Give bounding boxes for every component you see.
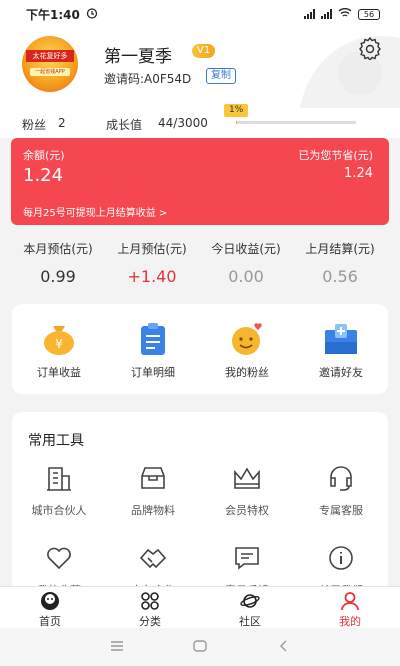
tool-brand-materials[interactable]: 品牌物料 [106, 464, 200, 518]
headset-icon [330, 466, 352, 491]
copy-button[interactable]: 复制 [206, 68, 236, 84]
earning-label: 本月预估(元) [23, 242, 93, 256]
growth-label: 成长值 [106, 118, 143, 132]
earning-value: 0.56 [322, 267, 358, 286]
balance-label: 余额(元) [23, 149, 65, 162]
tool-customer-service[interactable]: 专属客服 [294, 464, 388, 518]
battery-icon: 56 [358, 8, 380, 20]
earning-label: 上月结算(元) [305, 242, 375, 256]
menu-icon[interactable] [110, 640, 124, 652]
avatar[interactable]: 太花复好多 一起省钱APP [22, 36, 78, 92]
system-nav-bar [0, 628, 400, 666]
action-order-details[interactable]: 订单明细 [106, 322, 200, 380]
tab-label: 我的 [339, 615, 361, 628]
tool-member-privileges[interactable]: 会员特权 [200, 464, 294, 518]
level-badge: V1 [192, 44, 216, 58]
building-icon [47, 467, 71, 491]
cell-signal-2-icon [321, 9, 332, 19]
earning-settled[interactable]: 上月结算(元) 0.56 [290, 240, 390, 286]
balance-value: 1.24 [23, 165, 64, 186]
smiley-heart-icon [232, 323, 262, 355]
action-my-fans[interactable]: 我的粉丝 [200, 322, 294, 380]
saved-value: 1.24 [344, 166, 373, 181]
avatar-sub-text: 一起省钱APP [30, 68, 70, 76]
earning-label: 今日收益(元) [211, 242, 281, 256]
handshake-icon [139, 548, 167, 569]
bottom-tab-bar: 首页 分类 社区 我的 [0, 586, 400, 628]
decorative-swirl-icon [300, 36, 400, 108]
feedback-icon [235, 547, 259, 570]
clipboard-icon [141, 323, 165, 355]
user-icon [341, 592, 359, 611]
tab-label: 社区 [239, 615, 261, 628]
wifi-icon [338, 7, 352, 21]
earning-label: 上月预估(元) [117, 242, 187, 256]
planet-icon [240, 594, 260, 608]
action-label: 邀请好友 [319, 366, 363, 379]
invite-code: 邀请码:A0F54D [104, 72, 192, 86]
heart-icon [47, 547, 71, 570]
fans-label: 粉丝 [22, 118, 47, 132]
tool-label: 专属客服 [319, 504, 363, 517]
tool-label: 城市合伙人 [31, 504, 87, 517]
growth-value: 44/3000 [158, 116, 208, 130]
action-order-earnings[interactable]: ¥ 订单收益 [12, 322, 106, 380]
tool-label: 品牌物料 [131, 504, 175, 517]
home-button-icon[interactable] [193, 640, 207, 652]
earning-last-month[interactable]: 上月预估(元) +1.40 [102, 240, 202, 286]
earning-this-month[interactable]: 本月预估(元) 0.99 [8, 240, 108, 286]
earning-value: +1.40 [127, 267, 177, 286]
cell-signal-icon [304, 9, 315, 19]
money-bag-icon: ¥ [44, 326, 74, 355]
tab-home[interactable]: 首页 [0, 591, 100, 629]
growth-progress-fill [236, 121, 238, 124]
growth-progress-bar [236, 121, 356, 124]
earning-today[interactable]: 今日收益(元) 0.00 [196, 240, 296, 286]
balance-card[interactable]: 余额(元) 1.24 已为您节省(元) 1.24 每月25号可提现上月结算收益 … [11, 138, 389, 225]
status-bar: 下午1:40 56 [0, 0, 400, 28]
alarm-icon [86, 7, 98, 22]
earning-value: 0.99 [40, 267, 76, 286]
fans-value: 2 [58, 116, 66, 130]
svg-text:¥: ¥ [55, 337, 63, 351]
earning-value: 0.00 [228, 267, 264, 286]
action-label: 我的粉丝 [225, 366, 269, 379]
tab-community[interactable]: 社区 [200, 591, 300, 629]
crown-icon [234, 467, 260, 489]
invite-card-icon [325, 324, 357, 354]
earnings-row: 本月预估(元) 0.99 上月预估(元) +1.40 今日收益(元) 0.00 … [0, 240, 400, 290]
tab-label: 分类 [139, 615, 161, 628]
box-icon [141, 467, 165, 489]
tab-mine[interactable]: 我的 [300, 591, 400, 629]
gear-icon[interactable] [358, 36, 382, 60]
stats-row: 粉丝 2 成长值 44/3000 [0, 110, 400, 138]
action-invite-friends[interactable]: 邀请好友 [294, 322, 388, 380]
action-label: 订单收益 [37, 366, 81, 379]
nickname: 第一夏季 [104, 47, 172, 67]
info-icon [329, 546, 353, 570]
tool-label: 会员特权 [225, 504, 269, 517]
tab-category[interactable]: 分类 [100, 591, 200, 629]
saved-label: 已为您节省(元) [298, 149, 373, 162]
tool-city-partner[interactable]: 城市合伙人 [12, 464, 106, 518]
back-icon[interactable] [278, 640, 290, 652]
action-label: 订单明细 [131, 366, 175, 379]
tools-panel: 常用工具 城市合伙人 品牌物料 会员特权 专属客服 我的收藏 商务合作 [12, 412, 388, 602]
avatar-banner-text: 太花复好多 [26, 50, 74, 62]
category-icon [141, 592, 159, 610]
home-icon [41, 592, 59, 610]
status-time: 下午1:40 [26, 7, 80, 22]
withdraw-link[interactable]: 每月25号可提现上月结算收益 > [23, 204, 167, 219]
tab-label: 首页 [39, 615, 61, 628]
growth-percent-tip: 1% [224, 104, 249, 117]
tools-title: 常用工具 [28, 433, 84, 449]
quick-actions-panel: ¥ 订单收益 订单明细 我的粉丝 邀请好友 [12, 304, 388, 394]
